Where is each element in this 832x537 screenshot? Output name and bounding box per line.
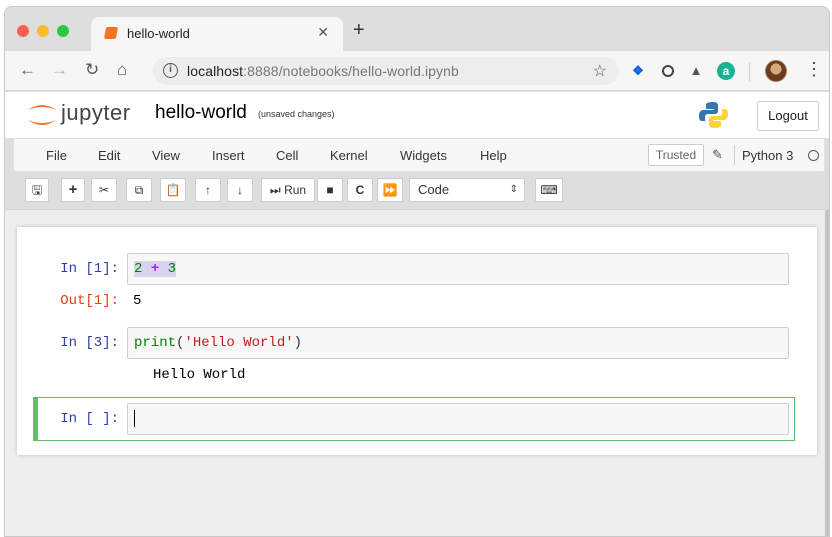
new-tab-button[interactable]: + [353,20,365,40]
menu-edit[interactable]: Edit [98,148,120,163]
url-text[interactable]: localhost:8888/notebooks/hello-world.ipy… [187,63,459,79]
scrollbar-thumb[interactable] [825,210,829,536]
save-status: (unsaved changes) [258,109,335,119]
restart-icon: C [355,183,365,197]
cell-2-output: Hello World [153,367,246,383]
cell-1-in-prompt: In [1]: [60,261,119,277]
bookmark-star-icon[interactable]: ☆ [593,61,607,81]
menu-insert[interactable]: Insert [212,148,245,163]
jupyter-header: jupyter hello-world (unsaved changes) Lo… [5,92,829,138]
menu-file[interactable]: File [46,148,67,163]
command-palette-button[interactable]: ⌨ [535,178,563,202]
browser-tab[interactable]: hello-world ✕ [91,17,343,51]
scissors-icon: ✂ [98,183,110,197]
cell-1-input[interactable]: 2 + 3 [127,253,789,285]
forward-arrow-icon[interactable]: → [51,61,68,79]
code-token: + [150,261,160,277]
browser-toolbar: ← → ↻ ⌂ i localhost:8888/notebooks/hello… [5,51,829,91]
jupyter-logo-icon[interactable] [25,101,59,129]
browser-menu-icon[interactable]: ⋮ [805,60,823,78]
home-icon[interactable]: ⌂ [117,61,127,79]
close-tab-icon[interactable]: ✕ [317,24,329,41]
kernel-idle-icon [808,150,819,161]
logout-button[interactable]: Logout [757,101,819,131]
info-icon[interactable]: i [163,63,178,78]
move-up-button[interactable]: ↑ [195,178,221,202]
code-token: ) [293,335,303,351]
profile-avatar[interactable] [765,60,787,82]
step-forward-icon: ⏭ [269,183,281,197]
cut-button[interactable]: ✂ [91,178,117,202]
menu-kernel[interactable]: Kernel [330,148,368,163]
kernel-name[interactable]: Python 3 [742,148,793,163]
code-token: 2 [134,261,143,277]
cell-1-out-prompt: Out[1]: [60,293,119,309]
menu-cell[interactable]: Cell [276,148,298,163]
circle-extension-icon[interactable] [659,62,677,80]
browser-window: hello-world ✕ + ← → ↻ ⌂ i localhost:8888… [4,6,830,537]
menu-view[interactable]: View [152,148,180,163]
tab-bar: hello-world ✕ + [5,7,829,51]
copy-icon: ⧉ [134,183,144,197]
notebook-area: In [1]: 2 + 3 Out[1]: 5 In [3]: print('H… [5,209,829,536]
code-token: 3 [167,261,177,277]
copy-button[interactable]: ⧉ [126,178,152,202]
python-logo-icon [699,102,728,128]
back-arrow-icon[interactable]: ← [19,61,36,79]
plus-icon: + [68,181,78,198]
cell-type-value: Code [418,182,450,197]
stop-icon: ■ [326,183,334,197]
notebook-name[interactable]: hello-world [155,102,247,124]
cell-2-input[interactable]: print('Hello World') [127,327,789,359]
insert-cell-button[interactable]: + [61,178,85,202]
restart-button[interactable]: C [347,178,373,202]
save-button[interactable]: 🖫 [25,178,49,202]
cell-3-in-prompt: In [ ]: [60,411,119,427]
paste-icon: 📋 [165,183,181,197]
arrow-up-icon: ↑ [205,183,211,197]
fast-forward-icon: ⏩ [382,183,398,197]
dropbox-extension-icon[interactable]: ❖ [629,62,647,80]
cell-3-input[interactable] [127,403,789,435]
edit-mode-pencil-icon: ✎ [712,147,723,162]
drive-extension-icon[interactable]: ▲ [687,62,705,80]
restart-run-all-button[interactable]: ⏩ [377,178,403,202]
reload-icon[interactable]: ↻ [85,61,99,79]
notebook-menubar: File Edit View Insert Cell Kernel Widget… [13,138,825,172]
keyboard-icon: ⌨ [540,183,558,197]
cell-type-select[interactable]: Code ⇕ [409,178,525,202]
address-bar[interactable]: i localhost:8888/notebooks/hello-world.i… [153,57,619,85]
menu-help[interactable]: Help [480,148,507,163]
maximize-window-button[interactable] [57,25,69,37]
tab-title: hello-world [127,26,190,41]
toolbar-divider [749,63,750,81]
move-down-button[interactable]: ↓ [227,178,253,202]
jupyter-favicon-icon [103,27,119,39]
minimize-window-button[interactable] [37,25,49,37]
run-button[interactable]: ⏭ Run [261,178,315,202]
menu-widgets[interactable]: Widgets [400,148,447,163]
interrupt-button[interactable]: ■ [317,178,343,202]
jupyter-logo-text[interactable]: jupyter [61,100,131,126]
paste-button[interactable]: 📋 [160,178,186,202]
a-extension-icon[interactable]: a [717,62,735,80]
kernel-divider [734,145,735,165]
trusted-indicator[interactable]: Trusted [648,144,704,166]
code-token: print [134,335,177,351]
code-token: 'Hello World' [184,335,294,351]
arrow-down-icon: ↓ [237,183,243,197]
cell-2-in-prompt: In [3]: [60,335,119,351]
save-icon: 🖫 [31,183,43,197]
cell-1-output: 5 [133,293,142,309]
close-window-button[interactable] [17,25,29,37]
run-label: Run [284,183,307,197]
scrollbar[interactable] [825,210,829,536]
select-arrows-icon: ⇕ [509,184,518,195]
notebook-container: In [1]: 2 + 3 Out[1]: 5 In [3]: print('H… [17,227,817,455]
text-cursor [134,409,135,427]
